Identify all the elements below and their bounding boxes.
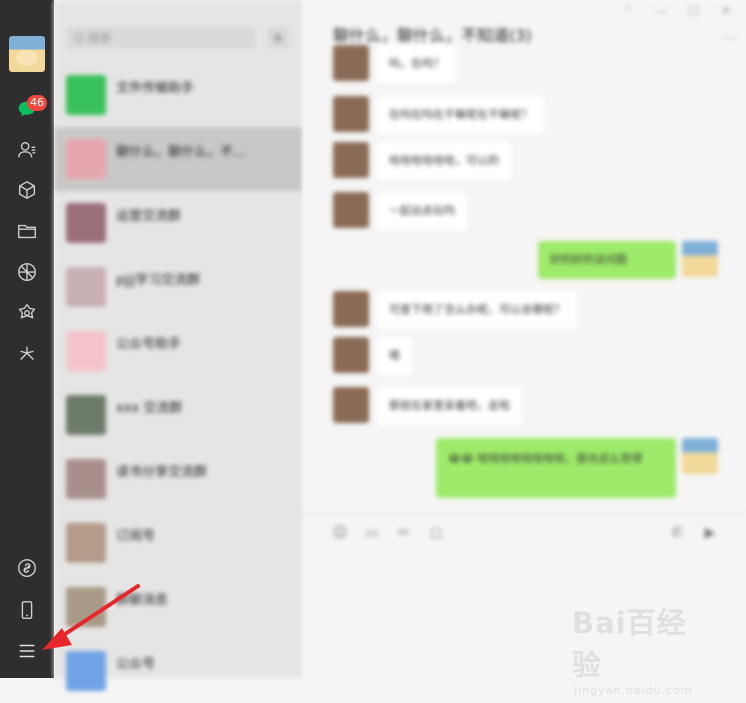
my-avatar[interactable]	[682, 241, 718, 277]
conversation-avatar	[66, 139, 106, 179]
conversation-name: 聊什么，聊什么，不...	[116, 145, 246, 160]
conversation-item[interactable]: 公众号	[54, 639, 303, 703]
conversation-avatar	[66, 203, 106, 243]
watermark: Bai百经验 jingyan.baidu.com	[572, 600, 712, 697]
conversation-avatar	[66, 267, 106, 307]
emoji-icon[interactable]: ☺	[331, 524, 349, 542]
conversation-avatar	[66, 395, 106, 435]
screenshot-icon[interactable]: ✂	[395, 524, 413, 542]
message-bubble[interactable]: 嗯	[377, 337, 412, 375]
input-divider	[303, 513, 746, 514]
conversation-item[interactable]: 文件传输助手	[54, 63, 303, 127]
message-bubble[interactable]: 吗，在吗？	[377, 45, 456, 83]
conversation-name: 订阅号	[116, 529, 156, 544]
my-avatar[interactable]	[682, 438, 718, 474]
conversation-name: pjjj学习交流群	[116, 273, 201, 288]
minimize-icon[interactable]: —	[655, 4, 667, 18]
message-bubble[interactable]: 😂😂 哈哈哈哈哈哈哈哈，我也这么觉得	[436, 438, 676, 498]
message-bubble[interactable]: 可是下雨了怎么办呢，可以去哪呢？	[377, 291, 577, 329]
contact-avatar[interactable]	[333, 291, 369, 327]
contact-avatar[interactable]	[333, 142, 369, 178]
conversation-item[interactable]: 读书分享交流群	[54, 447, 303, 511]
chat-pane: 聊什么，聊什么，不知道(3) ⌃ — ☐ ✕ ⋯ 吗，在吗？ 在吗在吗在干嘛呢在干…	[303, 0, 746, 678]
conversation-avatar	[66, 523, 106, 563]
chat-history-icon[interactable]: ◻	[427, 524, 445, 542]
video-call-icon[interactable]: ▶	[701, 524, 719, 542]
conversation-name: 运营交流群	[116, 209, 182, 224]
conversation-item[interactable]: 聊什么，聊什么，不...	[54, 127, 303, 191]
conversation-name: 群聊消息	[116, 593, 169, 608]
chat-title: 聊什么，聊什么，不知道(3)	[333, 26, 532, 45]
conversation-item[interactable]: 群聊消息	[54, 575, 303, 639]
voice-call-icon[interactable]: ✆	[668, 524, 686, 542]
conversation-name: 公众号助手	[116, 337, 182, 352]
conversation-avatar	[66, 459, 106, 499]
conversation-avatar	[66, 331, 106, 371]
menu-icon[interactable]	[14, 638, 40, 664]
contact-avatar[interactable]	[333, 96, 369, 132]
contact-avatar[interactable]	[333, 45, 369, 81]
contact-avatar[interactable]	[333, 192, 369, 228]
user-avatar[interactable]	[9, 36, 45, 72]
mini-programs-icon[interactable]	[14, 300, 40, 326]
channels-icon[interactable]	[14, 341, 40, 367]
conversation-avatar	[66, 651, 106, 691]
link-icon[interactable]	[14, 555, 40, 581]
more-icon[interactable]: ⋯	[723, 30, 737, 46]
maximize-icon[interactable]: ☐	[688, 4, 699, 18]
phone-icon[interactable]	[14, 597, 40, 623]
watermark-logo: Bai百经验	[572, 606, 687, 682]
moments-icon[interactable]	[14, 259, 40, 285]
conversation-item[interactable]: pjjj学习交流群	[54, 255, 303, 319]
contact-avatar[interactable]	[333, 337, 369, 373]
conversation-name: 文件传输助手	[116, 81, 195, 96]
pin-icon[interactable]: ⌃	[623, 4, 633, 18]
message-bubble[interactable]: 一起出去玩吗	[377, 192, 467, 230]
conversation-item[interactable]: 运营交流群	[54, 191, 303, 255]
conversation-item[interactable]: 公众号助手	[54, 319, 303, 383]
unread-badge: 46	[27, 95, 47, 111]
add-chat-button[interactable]: +	[267, 27, 289, 49]
conversation-avatar	[66, 587, 106, 627]
files-icon[interactable]	[14, 218, 40, 244]
file-icon[interactable]: ▭	[363, 524, 381, 542]
conversation-name: 公众号	[116, 657, 156, 672]
conversation-name: 读书分享交流群	[116, 465, 208, 480]
sidebar: 46	[0, 0, 54, 678]
message-bubble[interactable]: 哈哈哈哈哈哈，可以的	[377, 142, 511, 180]
contacts-icon[interactable]	[14, 137, 40, 163]
conversation-item[interactable]: 订阅号	[54, 511, 303, 575]
close-icon[interactable]: ✕	[721, 4, 731, 18]
message-bubble[interactable]: 那就在家里呆着吧，走啦	[377, 387, 522, 425]
conversation-item[interactable]: xxx 交流群	[54, 383, 303, 447]
contact-avatar[interactable]	[333, 387, 369, 423]
conversation-name: xxx 交流群	[116, 401, 183, 416]
conversation-list: Q 搜索 + 文件传输助手聊什么，聊什么，不... 运营交流群 pjjj学习交流群公…	[54, 0, 303, 691]
message-bubble[interactable]: 好的好的没问题	[538, 241, 676, 279]
favorites-icon[interactable]	[14, 177, 40, 203]
message-bubble[interactable]: 在吗在吗在干嘛呢在干嘛呢？	[377, 96, 544, 134]
conversation-avatar	[66, 75, 106, 115]
search-input[interactable]: Q 搜索	[66, 27, 256, 49]
watermark-url: jingyan.baidu.com	[574, 684, 693, 697]
